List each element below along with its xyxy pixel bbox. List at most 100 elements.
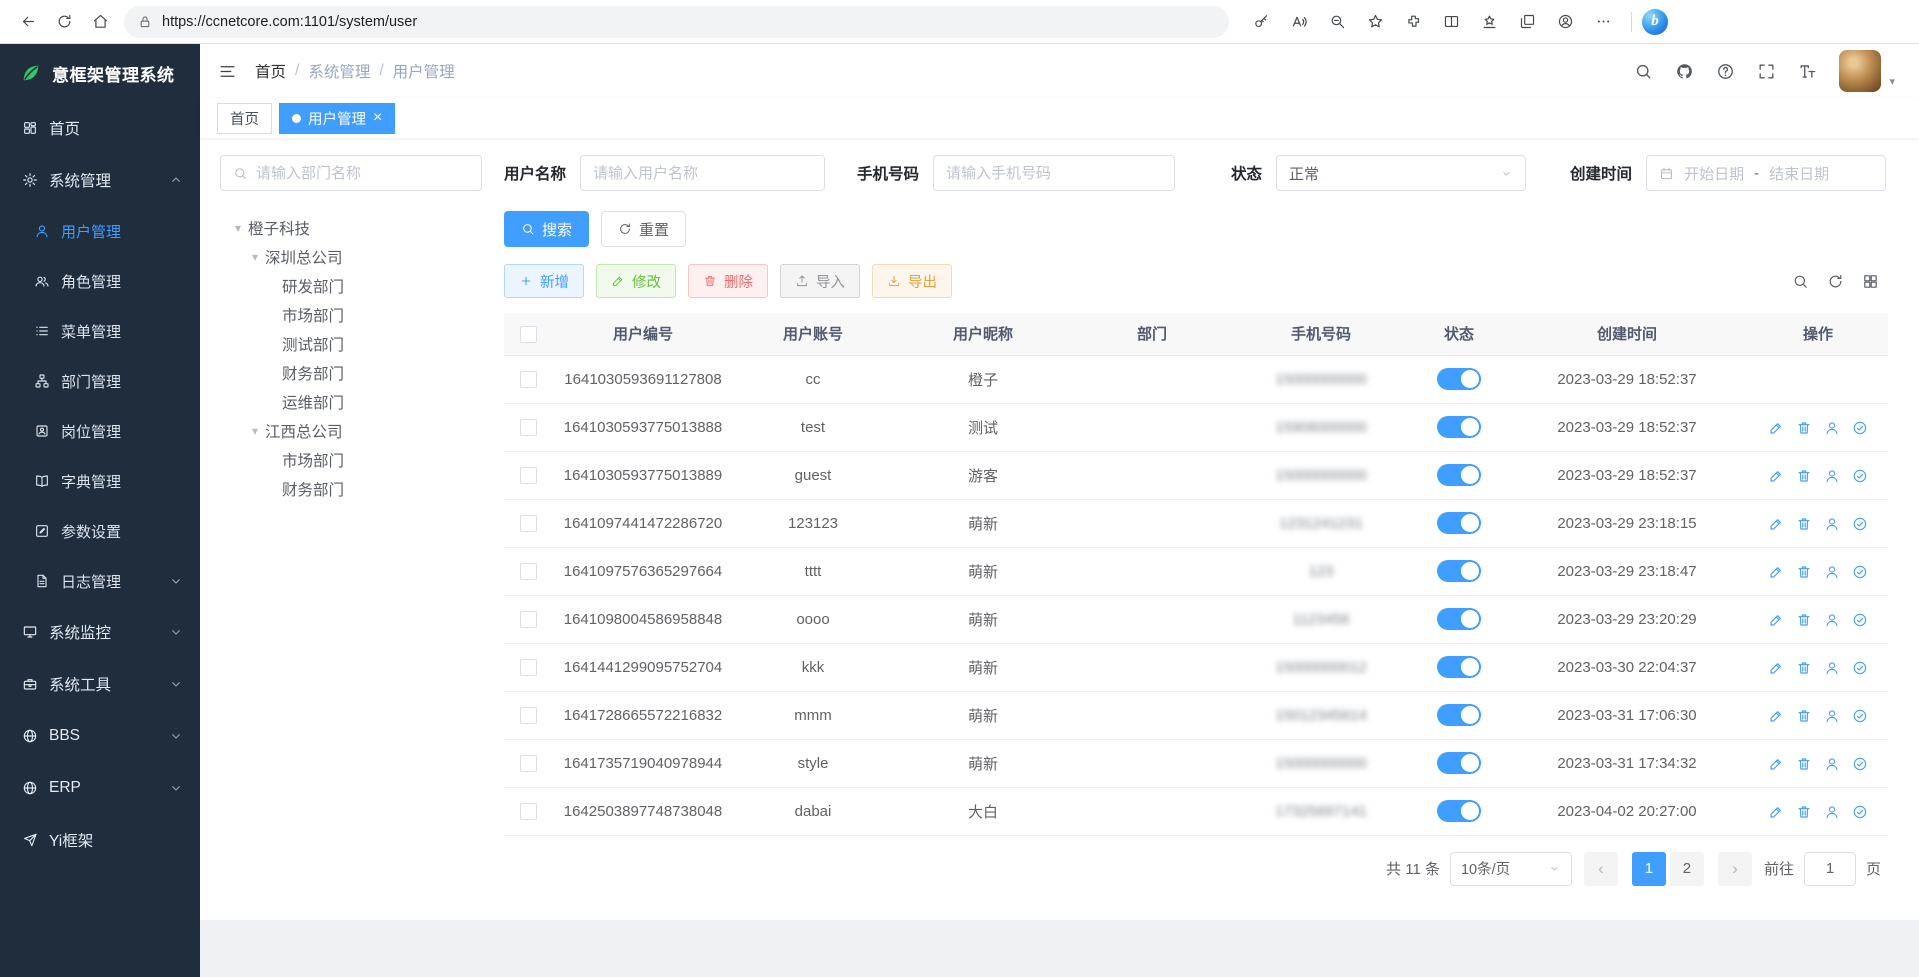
sidebar-item-bbs[interactable]: BBS xyxy=(0,710,200,762)
tree-node[interactable]: ▾江西总公司 xyxy=(220,416,504,445)
more-button[interactable] xyxy=(1585,4,1621,40)
close-icon[interactable]: × xyxy=(373,110,382,126)
phone-box[interactable] xyxy=(933,155,1175,191)
search-button[interactable]: 搜索 xyxy=(504,211,589,247)
select-all-checkbox[interactable] xyxy=(520,326,537,343)
row-checkbox[interactable] xyxy=(520,611,537,628)
delete-row-button[interactable] xyxy=(1796,420,1812,436)
username-input[interactable] xyxy=(593,165,812,182)
reset-password-button[interactable] xyxy=(1824,516,1840,532)
assign-role-button[interactable] xyxy=(1852,564,1868,580)
assign-role-button[interactable] xyxy=(1852,660,1868,676)
date-range-picker[interactable]: 开始日期 - 结束日期 xyxy=(1646,155,1886,191)
sidebar-item-system-monitor[interactable]: 系统监控 xyxy=(0,606,200,658)
status-toggle[interactable] xyxy=(1437,560,1481,582)
sidebar-item-log-management[interactable]: 日志管理 xyxy=(0,556,200,606)
fullscreen-button[interactable] xyxy=(1757,62,1776,81)
tab-user-management[interactable]: 用户管理× xyxy=(279,103,395,134)
reset-password-button[interactable] xyxy=(1824,660,1840,676)
font-size-button[interactable] xyxy=(1798,62,1817,81)
sidebar-item-system-management[interactable]: 系统管理 xyxy=(0,154,200,206)
status-toggle[interactable] xyxy=(1437,800,1481,822)
show-search-button[interactable] xyxy=(1792,273,1809,290)
edit-button[interactable]: 修改 xyxy=(596,264,676,298)
next-page-button[interactable]: › xyxy=(1718,852,1752,886)
edit-row-button[interactable] xyxy=(1768,708,1784,724)
reset-password-button[interactable] xyxy=(1824,420,1840,436)
edit-row-button[interactable] xyxy=(1768,804,1784,820)
delete-row-button[interactable] xyxy=(1796,516,1812,532)
prev-page-button[interactable]: ‹ xyxy=(1584,852,1618,886)
back-button[interactable] xyxy=(10,4,46,40)
tree-node[interactable]: ▾橙子科技 xyxy=(220,213,504,242)
status-toggle[interactable] xyxy=(1437,752,1481,774)
assign-role-button[interactable] xyxy=(1852,804,1868,820)
delete-row-button[interactable] xyxy=(1796,468,1812,484)
reset-password-button[interactable] xyxy=(1824,612,1840,628)
breadcrumb-item[interactable]: 首页 xyxy=(255,60,286,82)
key-button[interactable] xyxy=(1243,4,1279,40)
sidebar-item-system-tools[interactable]: 系统工具 xyxy=(0,658,200,710)
status-toggle[interactable] xyxy=(1437,464,1481,486)
delete-row-button[interactable] xyxy=(1796,660,1812,676)
phone-input[interactable] xyxy=(946,165,1162,182)
sidebar-item-menu-management[interactable]: 菜单管理 xyxy=(0,306,200,356)
page-size-select[interactable]: 10条/页 xyxy=(1450,852,1572,886)
page-1-button[interactable]: 1 xyxy=(1632,852,1666,886)
breadcrumb-item[interactable]: 系统管理 xyxy=(308,60,370,82)
refresh-button[interactable] xyxy=(46,4,82,40)
profile-button[interactable] xyxy=(1547,4,1583,40)
status-toggle[interactable] xyxy=(1437,608,1481,630)
dept-search-box[interactable] xyxy=(220,155,482,191)
import-button[interactable]: 导入 xyxy=(780,264,860,298)
reset-button[interactable]: 重置 xyxy=(601,211,686,247)
tree-node[interactable]: 测试部门 xyxy=(220,329,504,358)
sidebar-item-dept-management[interactable]: 部门管理 xyxy=(0,356,200,406)
edit-row-button[interactable] xyxy=(1768,612,1784,628)
assign-role-button[interactable] xyxy=(1852,468,1868,484)
tree-node[interactable]: 财务部门 xyxy=(220,474,504,503)
assign-role-button[interactable] xyxy=(1852,708,1868,724)
assign-role-button[interactable] xyxy=(1852,756,1868,772)
collections-button[interactable] xyxy=(1509,4,1545,40)
tree-node[interactable]: 研发部门 xyxy=(220,271,504,300)
edit-row-button[interactable] xyxy=(1768,660,1784,676)
sidebar-item-dict-management[interactable]: 字典管理 xyxy=(0,456,200,506)
sidebar-item-role-management[interactable]: 角色管理 xyxy=(0,256,200,306)
status-toggle[interactable] xyxy=(1437,368,1481,390)
dept-search-input[interactable] xyxy=(256,165,469,182)
reset-password-button[interactable] xyxy=(1824,708,1840,724)
refresh-table-button[interactable] xyxy=(1827,273,1844,290)
page-2-button[interactable]: 2 xyxy=(1670,852,1704,886)
sidebar-item-erp[interactable]: ERP xyxy=(0,762,200,814)
edit-row-button[interactable] xyxy=(1768,420,1784,436)
row-checkbox[interactable] xyxy=(520,659,537,676)
assign-role-button[interactable] xyxy=(1852,612,1868,628)
search-button[interactable] xyxy=(1634,62,1653,81)
row-checkbox[interactable] xyxy=(520,371,537,388)
tree-node[interactable]: 市场部门 xyxy=(220,300,504,329)
row-checkbox[interactable] xyxy=(520,755,537,772)
edit-row-button[interactable] xyxy=(1768,468,1784,484)
home-button[interactable] xyxy=(82,4,118,40)
sidebar-item-yi-framework[interactable]: Yi框架 xyxy=(0,814,200,866)
zoom-out-button[interactable] xyxy=(1319,4,1355,40)
sidebar-item-post-management[interactable]: 岗位管理 xyxy=(0,406,200,456)
status-toggle[interactable] xyxy=(1437,704,1481,726)
row-checkbox[interactable] xyxy=(520,803,537,820)
extensions-button[interactable] xyxy=(1395,4,1431,40)
read-aloud-button[interactable] xyxy=(1281,4,1317,40)
row-checkbox[interactable] xyxy=(520,707,537,724)
status-toggle[interactable] xyxy=(1437,512,1481,534)
address-bar[interactable]: https://ccnetcore.com:1101/system/user xyxy=(124,6,1229,38)
split-screen-button[interactable] xyxy=(1433,4,1469,40)
tree-node[interactable]: ▾深圳总公司 xyxy=(220,242,504,271)
row-checkbox[interactable] xyxy=(520,467,537,484)
edit-row-button[interactable] xyxy=(1768,756,1784,772)
assign-role-button[interactable] xyxy=(1852,516,1868,532)
sidebar-toggle-button[interactable] xyxy=(218,62,237,81)
help-button[interactable] xyxy=(1716,62,1735,81)
status-select[interactable]: 正常 xyxy=(1276,155,1526,191)
edit-row-button[interactable] xyxy=(1768,564,1784,580)
reset-password-button[interactable] xyxy=(1824,756,1840,772)
